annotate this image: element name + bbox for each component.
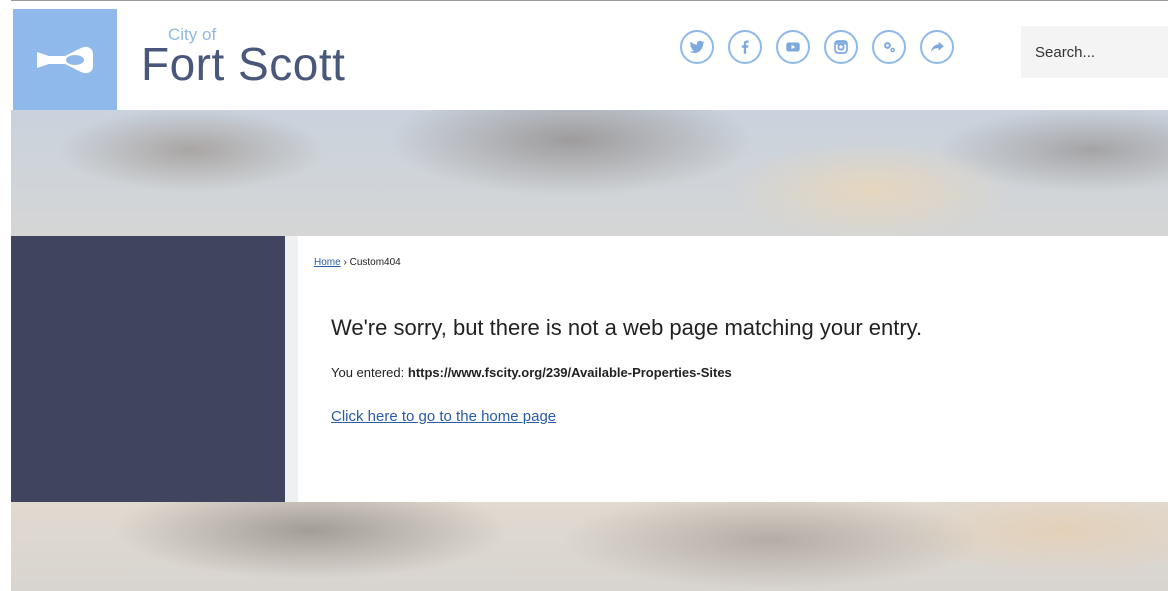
share-icon[interactable] xyxy=(920,30,954,64)
youtube-icon[interactable] xyxy=(776,30,810,64)
entered-url-line: You entered: https://www.fscity.org/239/… xyxy=(331,365,732,380)
page-left-edge xyxy=(0,0,11,591)
go-home-link[interactable]: Click here to go to the home page xyxy=(331,408,556,425)
main-content: Home › Custom404 We're sorry, but there … xyxy=(298,236,1168,502)
search-input[interactable] xyxy=(1035,43,1165,61)
error-headline: We're sorry, but there is not a web page… xyxy=(331,315,923,340)
facebook-icon[interactable] xyxy=(728,30,762,64)
bugle-icon xyxy=(37,46,93,73)
breadcrumb-current: Custom404 xyxy=(349,257,401,268)
breadcrumb-home-link[interactable]: Home xyxy=(314,257,341,268)
breadcrumb: Home › Custom404 xyxy=(314,257,401,268)
instagram-icon[interactable] xyxy=(824,30,858,64)
gears-icon[interactable] xyxy=(872,30,906,64)
sidebar-panel xyxy=(11,236,285,502)
site-header: City of Fort Scott xyxy=(11,1,1168,110)
search-box xyxy=(1021,26,1168,78)
social-links xyxy=(680,30,954,64)
entered-url: https://www.fscity.org/239/Available-Pro… xyxy=(407,365,732,380)
twitter-icon[interactable] xyxy=(680,30,714,64)
brand-name: Fort Scott xyxy=(141,38,346,90)
logo[interactable] xyxy=(13,9,117,110)
breadcrumb-separator: › xyxy=(343,257,347,268)
entered-label: You entered: xyxy=(331,365,405,380)
